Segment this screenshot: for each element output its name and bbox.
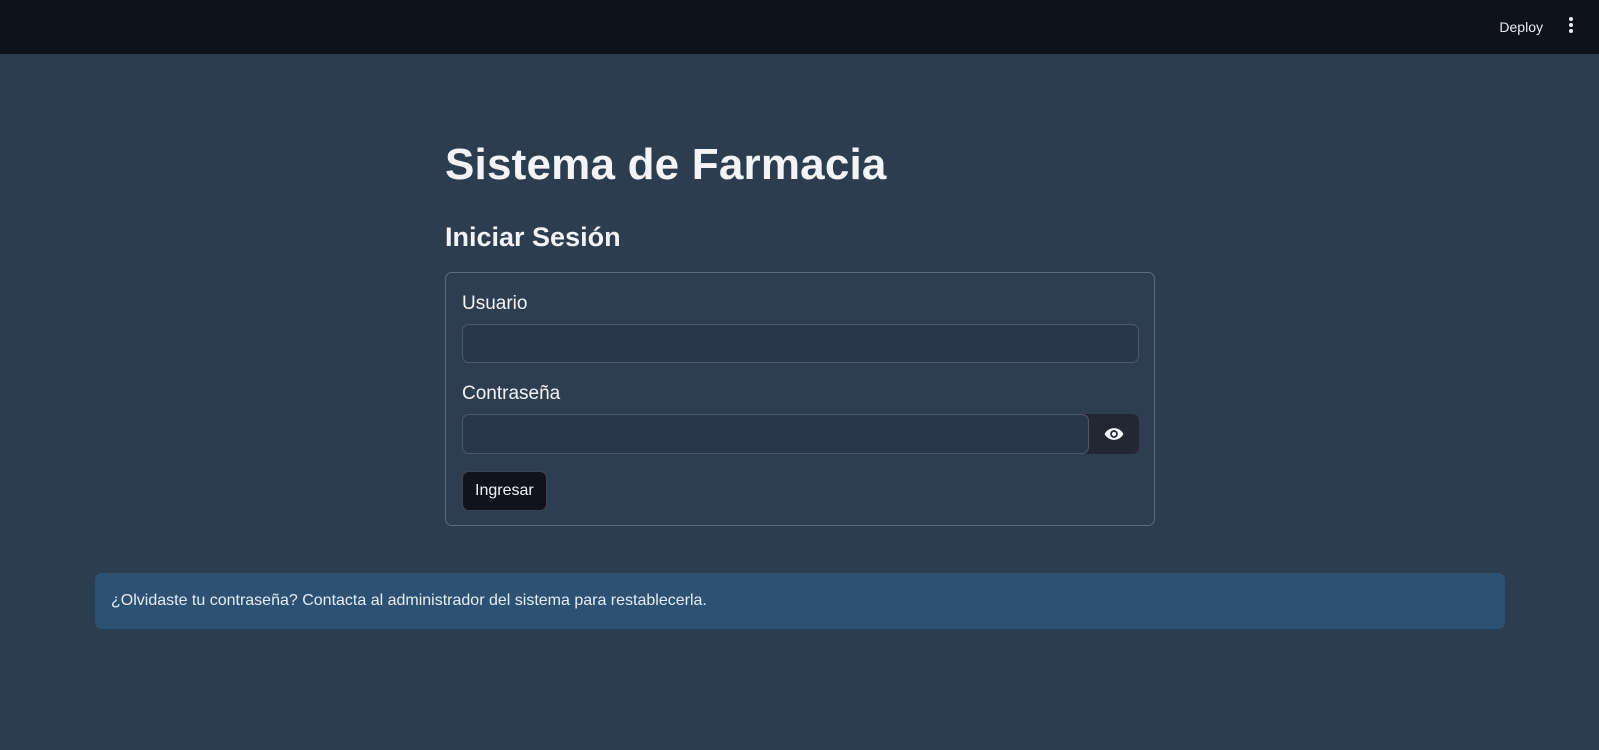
username-label: Usuario bbox=[462, 293, 528, 314]
top-bar: Deploy bbox=[0, 0, 1599, 54]
page-title: Sistema de Farmacia bbox=[445, 140, 887, 189]
show-password-button[interactable] bbox=[1089, 414, 1139, 454]
vertical-ellipsis-icon[interactable] bbox=[1565, 16, 1577, 34]
login-form: Usuario Contraseña Ingresar bbox=[445, 272, 1155, 526]
menu-dot bbox=[1569, 17, 1573, 21]
login-button[interactable]: Ingresar bbox=[462, 471, 547, 511]
password-input-group bbox=[462, 414, 1139, 454]
eye-icon bbox=[1104, 428, 1124, 440]
menu-dot bbox=[1569, 23, 1573, 27]
username-field[interactable] bbox=[462, 324, 1139, 363]
login-heading: Iniciar Sesión bbox=[445, 222, 621, 252]
password-label: Contraseña bbox=[462, 383, 561, 404]
forgot-password-info: ¿Olvidaste tu contraseña? Contacta al ad… bbox=[95, 573, 1505, 629]
deploy-button[interactable]: Deploy bbox=[1499, 15, 1543, 39]
menu-dot bbox=[1569, 29, 1573, 33]
password-field[interactable] bbox=[462, 414, 1089, 454]
